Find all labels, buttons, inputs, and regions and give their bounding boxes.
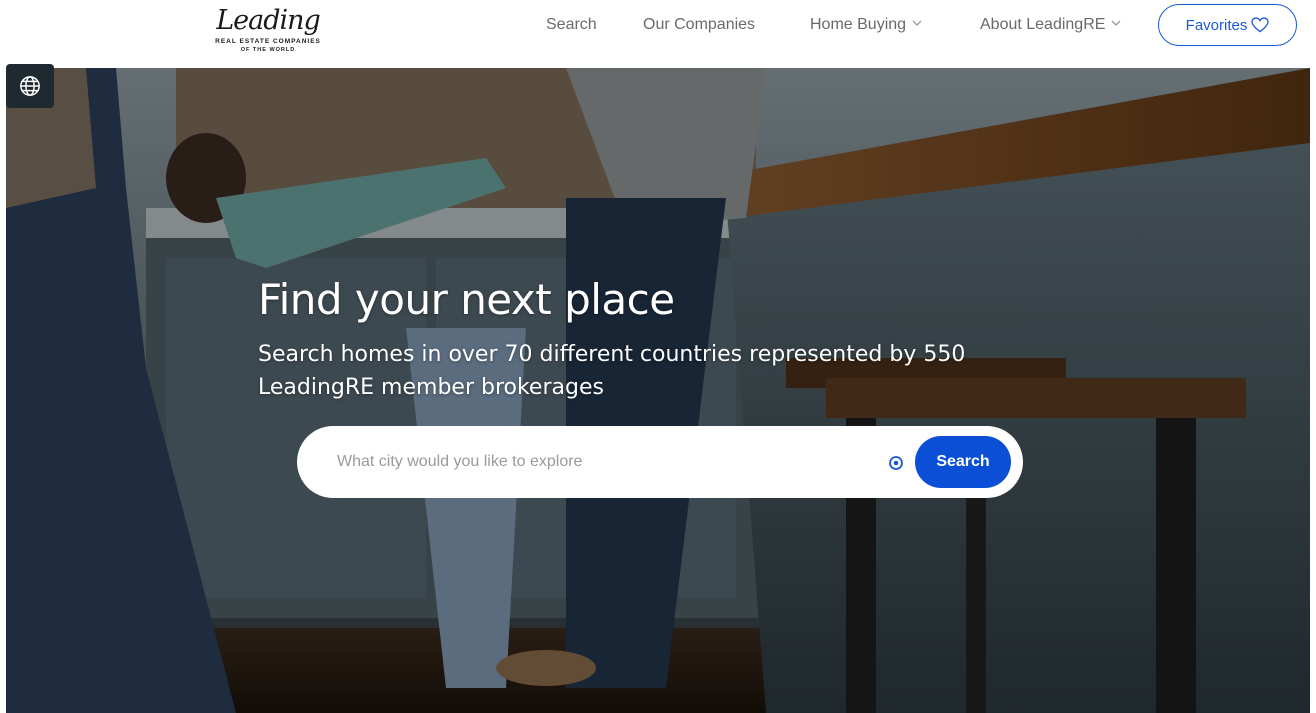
- language-selector-button[interactable]: [6, 64, 54, 108]
- hero-subtitle: Search homes in over 70 different countr…: [258, 342, 966, 400]
- chevron-down-icon: [1111, 14, 1121, 36]
- favorites-label: Favorites: [1185, 16, 1248, 34]
- chevron-down-icon: [912, 14, 922, 36]
- logo-script-text: Leading: [216, 5, 321, 36]
- target-location-icon[interactable]: [888, 455, 904, 471]
- nav-home-buying[interactable]: Home Buying: [810, 14, 922, 36]
- nav-about-label: About LeadingRE: [980, 16, 1106, 33]
- site-header: Leading REAL ESTATE COMPANIES OF THE WOR…: [0, 0, 1316, 68]
- hero-search-bar: Search: [297, 426, 1023, 498]
- nav-our-companies[interactable]: Our Companies: [643, 14, 755, 36]
- nav-about-leadingre[interactable]: About LeadingRE: [980, 14, 1121, 36]
- nav-search[interactable]: Search: [546, 14, 597, 36]
- hero-title: Find your next place: [258, 275, 675, 324]
- globe-icon: [20, 76, 40, 96]
- logo-line-1: REAL ESTATE COMPANIES: [215, 38, 321, 45]
- city-search-input[interactable]: [337, 444, 857, 480]
- search-button[interactable]: Search: [915, 436, 1011, 488]
- logo-line-2: OF THE WORLD: [240, 47, 296, 53]
- site-logo[interactable]: Leading REAL ESTATE COMPANIES OF THE WOR…: [198, 4, 338, 64]
- favorites-button[interactable]: Favorites: [1158, 4, 1297, 46]
- nav-home-buying-label: Home Buying: [810, 16, 907, 33]
- heart-icon: [1251, 17, 1269, 33]
